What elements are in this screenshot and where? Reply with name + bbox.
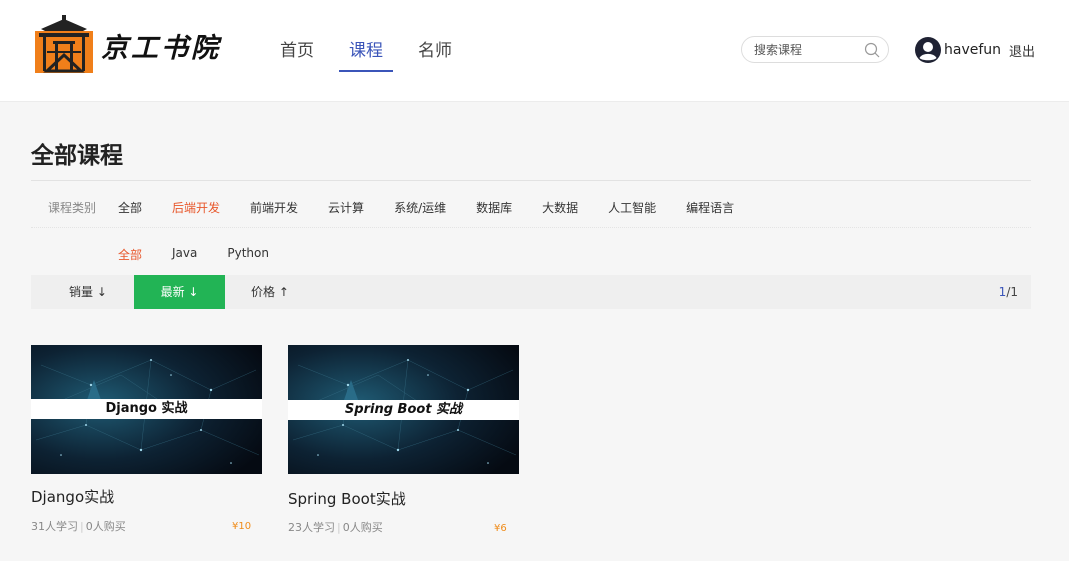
- category-cloud[interactable]: 云计算: [328, 194, 364, 216]
- category-ai[interactable]: 人工智能: [608, 194, 656, 216]
- username[interactable]: havefun: [944, 42, 1001, 58]
- pager: 1/1: [999, 275, 1018, 309]
- title-divider: [31, 180, 1031, 181]
- sort-by-sales[interactable]: 销量 ↓: [69, 275, 107, 309]
- meta-separator: |: [80, 520, 84, 533]
- category-bigdata[interactable]: 大数据: [542, 194, 578, 216]
- logo-text: 京工书院: [101, 32, 221, 64]
- logout-link[interactable]: 退出: [1009, 41, 1035, 60]
- thumbnail-banner-text: Spring Boot 实战: [344, 402, 463, 417]
- category-languages[interactable]: 编程语言: [686, 194, 734, 216]
- user-menu: havefun 退出: [915, 37, 1035, 63]
- learner-count: 31人学习: [31, 520, 78, 533]
- site-header: 京工书院 首页 课程 名师 havefun 退出: [0, 0, 1069, 102]
- meta-separator: |: [337, 521, 341, 534]
- course-meta: 23人学习 | 0人购买: [288, 519, 383, 535]
- category-all[interactable]: 全部: [118, 194, 142, 216]
- pager-total: 1: [1010, 285, 1018, 299]
- course-meta: 31人学习 | 0人购买: [31, 518, 126, 534]
- main-nav: 首页 课程 名师: [280, 36, 487, 72]
- site-logo[interactable]: 京工书院: [33, 15, 223, 75]
- sort-by-price[interactable]: 价格 ↑: [251, 275, 289, 309]
- user-avatar-icon[interactable]: [915, 37, 941, 63]
- category-ops[interactable]: 系统/运维: [394, 194, 446, 216]
- search-icon[interactable]: [864, 42, 880, 58]
- course-title[interactable]: Spring Boot实战: [288, 488, 406, 509]
- category-database[interactable]: 数据库: [476, 194, 512, 216]
- category-filter: 课程类别 全部 后端开发 前端开发 云计算 系统/运维 数据库 大数据 人工智能…: [31, 194, 1031, 228]
- course-card[interactable]: Django 实战 Django实战 31人学习 | 0人购买 ¥10: [31, 345, 262, 545]
- course-price: ¥10: [232, 521, 252, 532]
- subcategory-python[interactable]: Python: [227, 246, 269, 263]
- category-label: 课程类别: [48, 201, 97, 215]
- subcategory-java[interactable]: Java: [172, 246, 197, 263]
- thumbnail-banner-text: Django 实战: [105, 401, 188, 416]
- sort-bar: 销量 ↓ 最新 ↓ 价格 ↑ 1/1: [31, 275, 1031, 309]
- sort-by-newest[interactable]: 最新 ↓: [134, 275, 225, 309]
- category-backend[interactable]: 后端开发: [172, 194, 220, 216]
- course-card[interactable]: Spring Boot 实战 Spring Boot实战 23人学习 | 0人购买 …: [288, 345, 519, 545]
- subcategory-all[interactable]: 全部: [118, 246, 142, 263]
- buyer-count: 0人购买: [85, 520, 126, 533]
- nav-courses[interactable]: 课程: [339, 36, 393, 72]
- page-title: 全部课程: [31, 143, 123, 169]
- search-box: [741, 36, 889, 63]
- learner-count: 23人学习: [288, 521, 335, 534]
- nav-teachers[interactable]: 名师: [418, 36, 452, 72]
- nav-home[interactable]: 首页: [280, 36, 314, 72]
- subcategory-filter: 全部 Java Python: [118, 246, 299, 263]
- buyer-count: 0人购买: [342, 521, 383, 534]
- search-input[interactable]: [754, 41, 864, 59]
- category-frontend[interactable]: 前端开发: [250, 194, 298, 216]
- course-title[interactable]: Django实战: [31, 486, 114, 507]
- logo-pavilion-icon: [35, 15, 93, 73]
- course-price: ¥6: [494, 523, 507, 534]
